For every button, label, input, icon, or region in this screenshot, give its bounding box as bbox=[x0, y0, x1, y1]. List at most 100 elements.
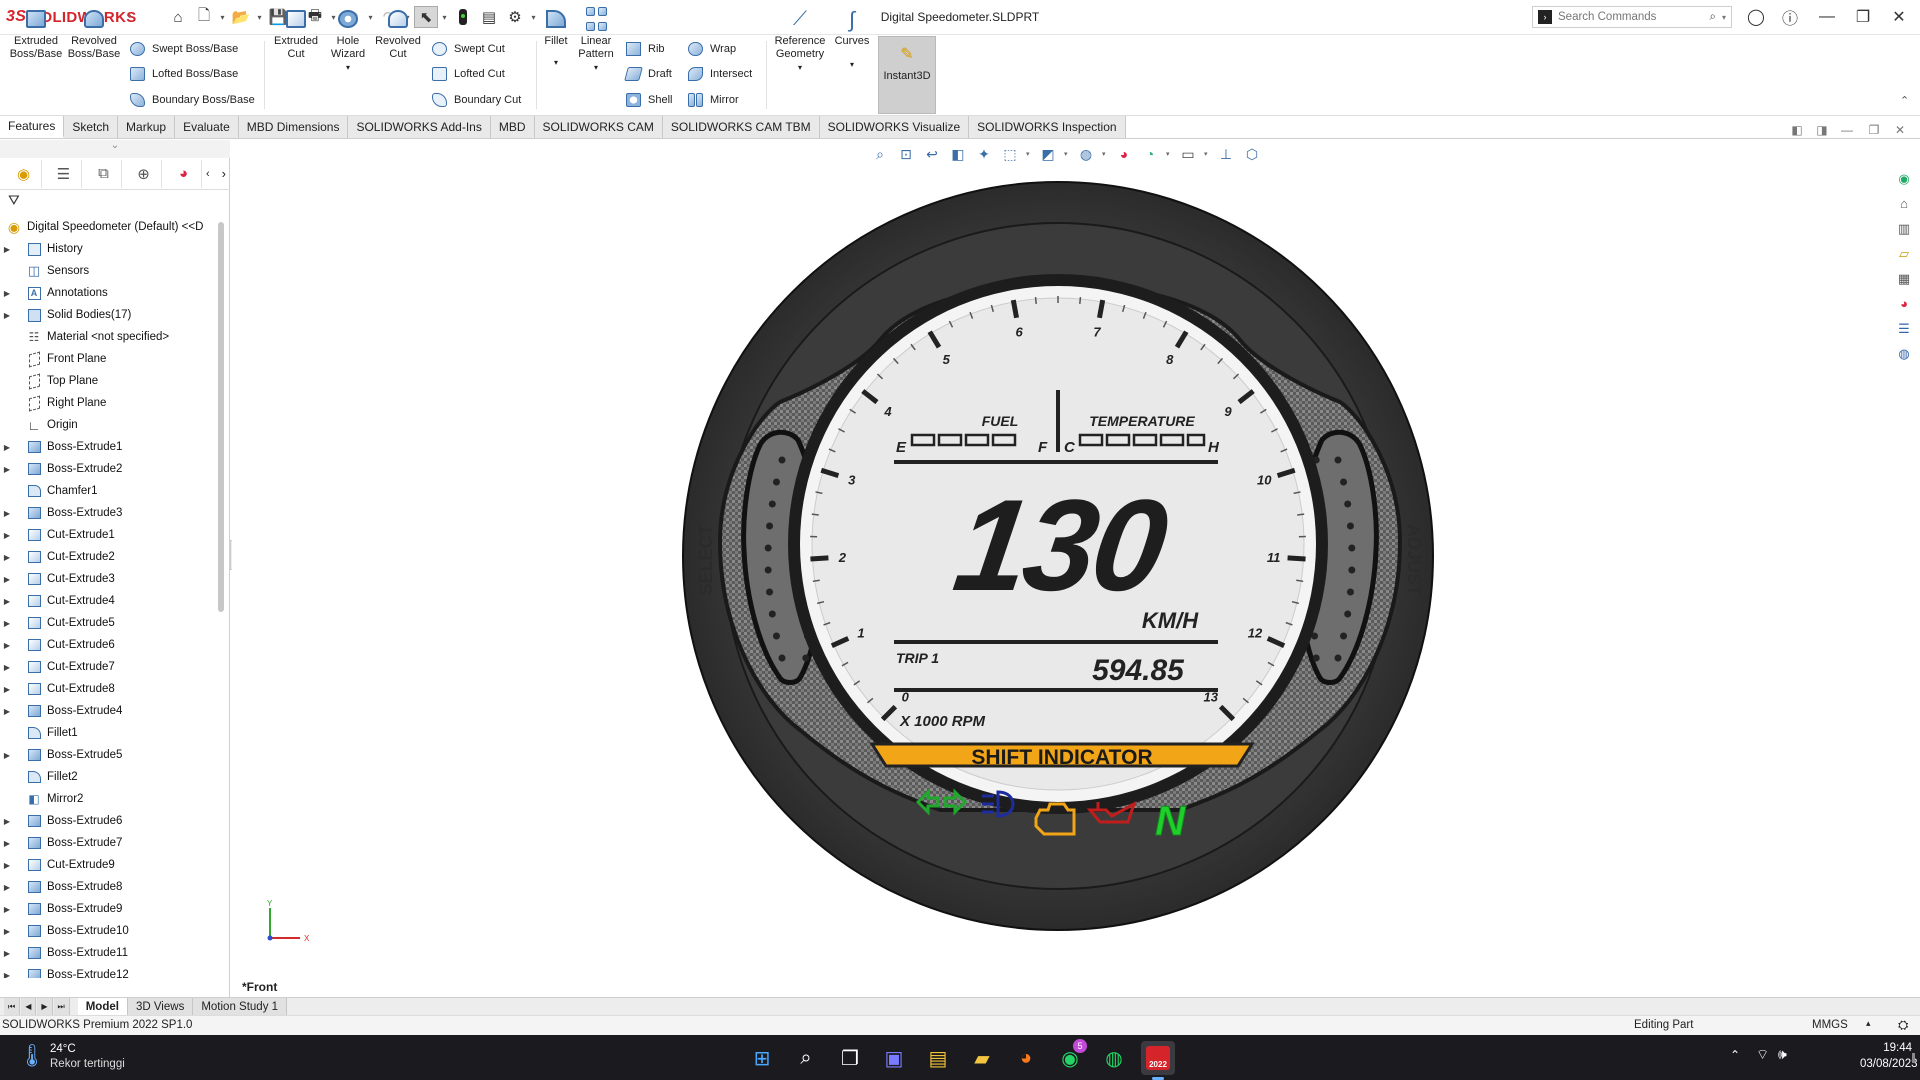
tree-item[interactable]: ▶ A Annotations bbox=[0, 282, 218, 304]
design-library-icon[interactable]: ▥ bbox=[1893, 218, 1915, 239]
extruded-cut-button[interactable]: Extruded Cut bbox=[268, 2, 324, 78]
tree-item[interactable]: ▶ Cut-Extrude2 bbox=[0, 546, 218, 568]
tab-markup[interactable]: Markup bbox=[118, 116, 176, 138]
tree-item[interactable]: ▶ Cut-Extrude4 bbox=[0, 590, 218, 612]
file-explorer-taskbar-icon[interactable]: ▰ bbox=[965, 1041, 999, 1075]
expand-arrow-icon[interactable]: ▶ bbox=[0, 839, 14, 848]
expand-arrow-icon[interactable]: ▶ bbox=[0, 531, 14, 540]
property-manager-tab-icon[interactable]: ☰ bbox=[46, 159, 82, 188]
filter-icon[interactable]: ⛛ bbox=[8, 192, 20, 209]
close-window-icon[interactable]: ✕ bbox=[1884, 6, 1914, 28]
forum-icon[interactable]: ◍ bbox=[1893, 343, 1915, 364]
tree-item[interactable]: Fillet2 bbox=[0, 766, 218, 788]
wrap-button[interactable]: Wrap bbox=[686, 38, 736, 60]
tree-item[interactable]: ▶ Boss-Extrude3 bbox=[0, 502, 218, 524]
expand-arrow-icon[interactable]: ▶ bbox=[0, 245, 14, 254]
windows-start-icon[interactable]: ⊞ bbox=[745, 1041, 779, 1075]
tree-item[interactable]: ▶ Boss-Extrude1 bbox=[0, 436, 218, 458]
tree-item[interactable]: ▶ Solid Bodies(17) bbox=[0, 304, 218, 326]
tree-item[interactable]: ▶ Boss-Extrude10 bbox=[0, 920, 218, 942]
tree-item[interactable]: ∟ Origin bbox=[0, 414, 218, 436]
view-palette-icon[interactable]: ▦ bbox=[1893, 268, 1915, 289]
expand-arrow-icon[interactable]: ▶ bbox=[0, 707, 14, 716]
tab-sketch[interactable]: Sketch bbox=[64, 116, 119, 138]
instant3d-button[interactable]: ✎ Instant3D bbox=[878, 36, 936, 114]
display-style-icon[interactable]: ◩ bbox=[1038, 144, 1058, 164]
expand-arrow-icon[interactable]: ▶ bbox=[0, 597, 14, 606]
open-dropdown-icon[interactable]: ▾ bbox=[255, 13, 264, 22]
wifi-icon[interactable]: ⌔ bbox=[1756, 1046, 1769, 1064]
tree-item[interactable]: ▶ Boss-Extrude4 bbox=[0, 700, 218, 722]
hole-wizard-dropdown-icon[interactable]: ▾ bbox=[346, 61, 350, 74]
expand-arrow-icon[interactable]: ▶ bbox=[0, 641, 14, 650]
tree-item[interactable]: ▶ History bbox=[0, 238, 218, 260]
collapse-ribbon-icon[interactable]: ⌃ bbox=[1900, 94, 1909, 107]
tree-item[interactable]: ▶ Cut-Extrude6 bbox=[0, 634, 218, 656]
tree-item[interactable]: ▶ Cut-Extrude5 bbox=[0, 612, 218, 634]
search-icon[interactable]: ⌕ bbox=[1710, 11, 1716, 24]
tab-mbd-dimensions[interactable]: MBD Dimensions bbox=[238, 116, 349, 138]
clock-date[interactable]: 03/08/2023 bbox=[1860, 1058, 1918, 1070]
tree-item[interactable]: ☷ Material <not specified> bbox=[0, 326, 218, 348]
view-orientation-dropdown-icon[interactable]: ▾ bbox=[1026, 150, 1032, 158]
help-icon[interactable]: ⓘ bbox=[1775, 6, 1805, 28]
expand-arrow-icon[interactable]: ▶ bbox=[0, 905, 14, 914]
restore-window-icon[interactable]: ❐ bbox=[1848, 6, 1878, 28]
edit-appearance-icon[interactable]: ◕ bbox=[1114, 144, 1134, 164]
reference-geometry-dropdown-icon[interactable]: ▾ bbox=[798, 61, 802, 74]
hide-show-items-icon[interactable]: ◍ bbox=[1076, 144, 1096, 164]
manager-tabs-right-arrow-icon[interactable]: › bbox=[222, 166, 226, 181]
clock-time[interactable]: 19:44 bbox=[1860, 1042, 1912, 1054]
tree-item[interactable]: ▶ Cut-Extrude8 bbox=[0, 678, 218, 700]
tab-solidworks-cam-tbm[interactable]: SOLIDWORKS CAM TBM bbox=[662, 116, 820, 138]
expand-arrow-icon[interactable]: ▶ bbox=[0, 861, 14, 870]
section-view-icon[interactable]: ◧ bbox=[948, 144, 968, 164]
tab-features[interactable]: Features bbox=[0, 116, 65, 138]
zoom-to-fit-icon[interactable]: ⌕ bbox=[870, 144, 890, 164]
swept-cut-button[interactable]: Swept Cut bbox=[430, 38, 505, 60]
tree-item[interactable]: Top Plane bbox=[0, 370, 218, 392]
3d-view-cube-icon[interactable]: ⬡ bbox=[1242, 144, 1262, 164]
tab-solidworks-inspection[interactable]: SOLIDWORKS Inspection bbox=[969, 116, 1126, 138]
tree-item[interactable]: Right Plane bbox=[0, 392, 218, 414]
expand-arrow-icon[interactable]: ▶ bbox=[0, 443, 14, 452]
weather-temperature[interactable]: 24°C bbox=[50, 1043, 76, 1055]
unit-system-dropdown-icon[interactable]: ▴ bbox=[1866, 1018, 1871, 1029]
expand-arrow-icon[interactable]: ▶ bbox=[0, 927, 14, 936]
expand-arrow-icon[interactable]: ▶ bbox=[0, 883, 14, 892]
tab-mbd[interactable]: MBD bbox=[490, 116, 535, 138]
mirror-button[interactable]: Mirror bbox=[686, 89, 739, 111]
linear-pattern-dropdown-icon[interactable]: ▾ bbox=[594, 61, 598, 74]
reference-geometry-button[interactable]: ⟋ Reference Geometry ▾ bbox=[770, 2, 830, 78]
tree-item[interactable]: ▶ Boss-Extrude12 bbox=[0, 964, 218, 978]
tree-item[interactable]: Chamfer1 bbox=[0, 480, 218, 502]
tab-solidworks-cam[interactable]: SOLIDWORKS CAM bbox=[534, 116, 663, 138]
expand-arrow-icon[interactable]: ▶ bbox=[0, 575, 14, 584]
intersect-button[interactable]: Intersect bbox=[686, 63, 752, 85]
tree-item[interactable]: ▶ Boss-Extrude7 bbox=[0, 832, 218, 854]
bottom-tab-3d-views[interactable]: 3D Views bbox=[127, 998, 194, 1015]
linear-pattern-button[interactable]: Linear Pattern ▾ bbox=[574, 2, 618, 78]
solidworks-taskbar-icon[interactable]: 2022 bbox=[1141, 1041, 1175, 1075]
expand-arrow-icon[interactable]: ▶ bbox=[0, 817, 14, 826]
spotify-icon[interactable]: ◍ bbox=[1097, 1041, 1131, 1075]
tab-prev-arrow-icon[interactable]: ◀ bbox=[21, 998, 37, 1015]
tree-item[interactable]: Fillet1 bbox=[0, 722, 218, 744]
tree-root-part[interactable]: ◉ Digital Speedometer (Default) <<D bbox=[0, 216, 218, 238]
expand-arrow-icon[interactable]: ▶ bbox=[0, 311, 14, 320]
manager-tabs-left-arrow-icon[interactable]: ‹ bbox=[206, 168, 210, 180]
options-dropdown-icon[interactable]: ▾ bbox=[529, 13, 538, 22]
customize-status-bar-icon[interactable]: ⛭ bbox=[1898, 1017, 1908, 1033]
boundary-cut-button[interactable]: Boundary Cut bbox=[430, 89, 521, 111]
home-resources-icon[interactable]: ⌂ bbox=[1893, 193, 1915, 214]
expand-arrow-icon[interactable]: ▶ bbox=[0, 971, 14, 979]
panel-splitter-handle[interactable]: ⌄ bbox=[0, 140, 230, 158]
apply-scene-icon[interactable]: ◔ bbox=[1140, 144, 1160, 164]
tab-solidworks-visualize[interactable]: SOLIDWORKS Visualize bbox=[819, 116, 970, 138]
expand-arrow-icon[interactable]: ▶ bbox=[0, 465, 14, 474]
tree-item[interactable]: ▶ Boss-Extrude5 bbox=[0, 744, 218, 766]
curves-button[interactable]: ∫ Curves ▾ bbox=[830, 2, 874, 78]
tree-item[interactable]: ▶ Cut-Extrude1 bbox=[0, 524, 218, 546]
fillet-dropdown-icon[interactable]: ▾ bbox=[554, 56, 558, 69]
volume-icon[interactable]: 🕪 bbox=[1778, 1046, 1787, 1063]
